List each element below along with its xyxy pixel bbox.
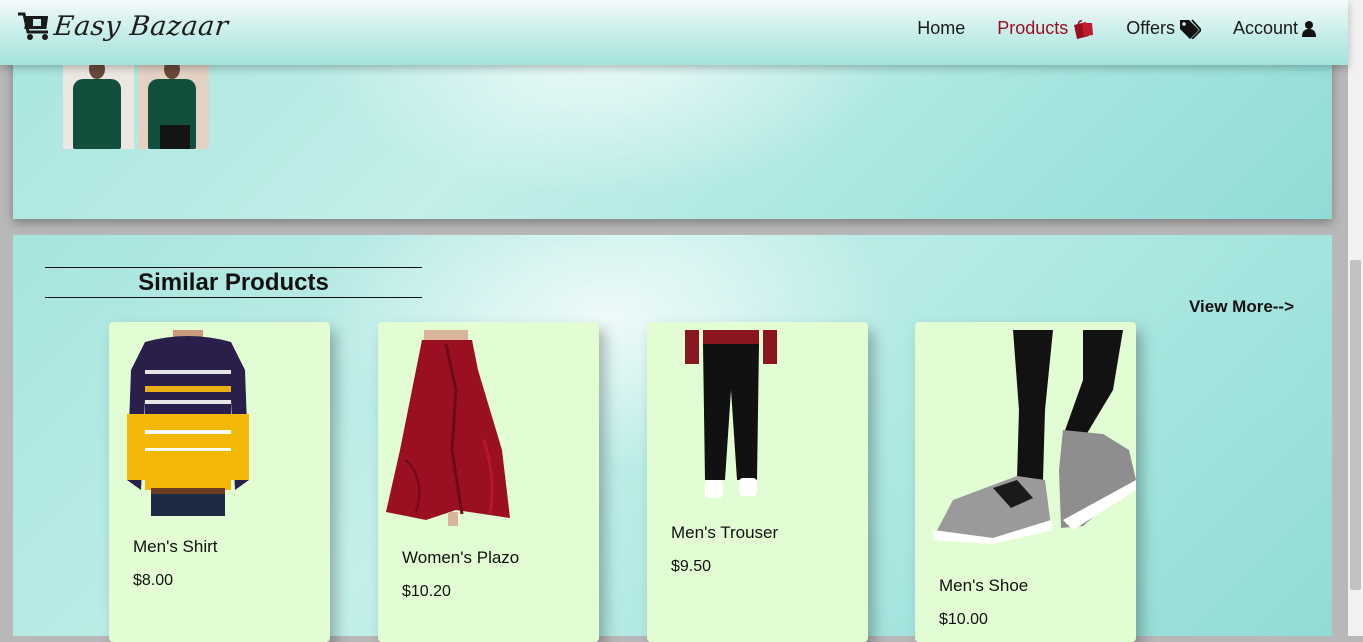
red-skirt-image (386, 330, 512, 526)
product-name: Men's Shirt (133, 537, 218, 556)
scrollbar-thumb[interactable] (1350, 260, 1361, 590)
top-navbar: Easy Bazaar Home Products Offers Account (0, 0, 1348, 65)
product-name: Men's Trouser (671, 523, 779, 542)
nav-products-label: Products (997, 18, 1069, 38)
grey-sneaker-image (933, 330, 1136, 544)
section-title: Similar Products (45, 267, 422, 298)
page-scrollbar[interactable] (1348, 0, 1363, 636)
brand-logo[interactable]: Easy Bazaar (16, 10, 230, 42)
product-thumbnail-front[interactable] (138, 65, 209, 149)
product-name: Women's Plazo (402, 548, 520, 567)
product-price: $9.50 (671, 558, 712, 575)
product-price: $10.00 (939, 611, 988, 628)
product-price: $10.20 (402, 583, 451, 600)
product-name: Men's Shoe (939, 576, 1029, 595)
brand-name: Easy Bazaar (52, 10, 230, 42)
shopping-bags-icon (1072, 19, 1094, 39)
user-icon (1302, 20, 1316, 37)
nav-home-label: Home (917, 18, 966, 38)
tags-icon (1179, 18, 1201, 39)
striped-sweater-image (127, 330, 249, 516)
black-trouser-image (685, 330, 777, 502)
nav-account-label: Account (1232, 18, 1298, 38)
nav-account[interactable]: Account (1233, 18, 1316, 39)
product-thumbnails (63, 65, 213, 149)
product-card[interactable]: Men's Shoe $10.00 (915, 322, 1136, 642)
similar-products-section: Similar Products View More--> Men's Shir… (13, 235, 1332, 642)
shopping-cart-icon (16, 10, 52, 42)
nav-products[interactable]: Products (997, 18, 1094, 39)
nav-offers-label: Offers (1126, 18, 1175, 38)
view-more-link[interactable]: View More--> (1189, 297, 1294, 317)
nav-home[interactable]: Home (917, 18, 965, 39)
product-card[interactable]: Men's Shirt $8.00 (109, 322, 330, 642)
product-card[interactable]: Women's Plazo $10.20 (378, 322, 599, 642)
nav-offers[interactable]: Offers (1126, 18, 1201, 39)
product-price: $8.00 (133, 572, 174, 589)
product-card[interactable]: Men's Trouser $9.50 (647, 322, 868, 642)
product-thumbnail-back[interactable] (63, 65, 134, 149)
main-nav: Home Products Offers Account (885, 18, 1316, 39)
